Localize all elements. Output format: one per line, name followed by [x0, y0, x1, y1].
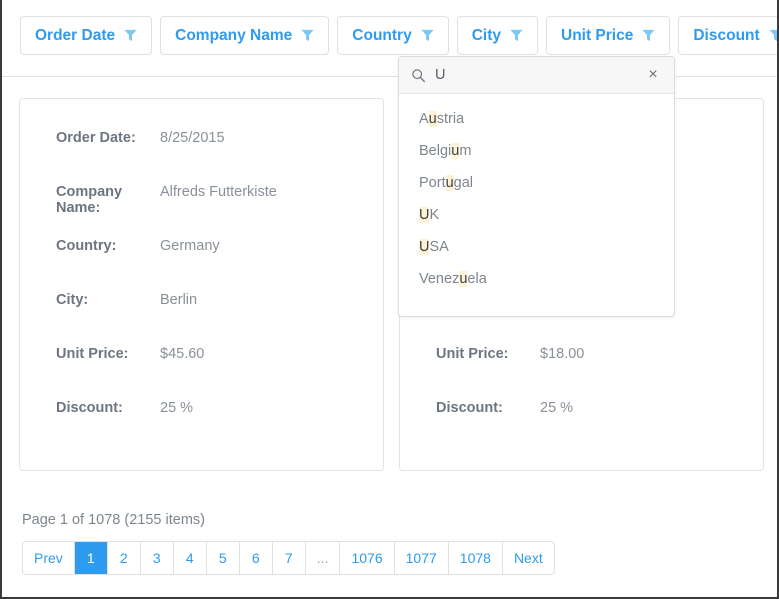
- pagination-page-6[interactable]: 6: [240, 542, 273, 574]
- dropdown-search-input[interactable]: [435, 67, 644, 83]
- dropdown-option[interactable]: Portugal: [399, 167, 674, 199]
- pagination-page-4[interactable]: 4: [174, 542, 207, 574]
- detail-field-row: Order Date:8/25/2015: [20, 130, 383, 184]
- filter-button-label: Company Name: [175, 28, 292, 44]
- pagination-page-5[interactable]: 5: [207, 542, 240, 574]
- pagination-page-7[interactable]: 7: [273, 542, 306, 574]
- pagination-control: Prev1234567...107610771078Next: [22, 541, 555, 575]
- funnel-icon: [421, 29, 434, 42]
- pagination-page-2[interactable]: 2: [108, 542, 141, 574]
- pagination-next-button[interactable]: Next: [503, 542, 554, 574]
- dropdown-option[interactable]: Belgium: [399, 135, 674, 167]
- detail-field-value: 8/25/2015: [160, 130, 225, 146]
- dropdown-option-list: AustriaBelgiumPortugalUKUSAVenezuela: [399, 94, 674, 295]
- pagination-prev-button[interactable]: Prev: [23, 542, 75, 574]
- pagination-page-1[interactable]: 1: [75, 542, 108, 574]
- detail-field-label: Unit Price:: [400, 346, 540, 362]
- funnel-icon: [769, 29, 779, 42]
- detail-field-label: Discount:: [400, 400, 540, 416]
- search-icon: [411, 68, 426, 83]
- dropdown-option[interactable]: Austria: [399, 103, 674, 135]
- detail-field-row: Company Name:Alfreds Futterkiste: [20, 184, 383, 238]
- detail-field-label: Company Name:: [20, 184, 160, 216]
- detail-field-value: Germany: [160, 238, 220, 254]
- detail-field-label: Order Date:: [20, 130, 160, 146]
- pagination-info: Page 1 of 1078 (2155 items): [22, 512, 555, 528]
- detail-field-value: Berlin: [160, 292, 197, 308]
- pagination-area: Page 1 of 1078 (2155 items) Prev1234567.…: [22, 512, 555, 575]
- funnel-icon: [510, 29, 523, 42]
- detail-field-row: Discount:25 %: [400, 400, 763, 454]
- filter-button-company-name[interactable]: Company Name: [160, 16, 329, 55]
- detail-field-row: Country:Germany: [20, 238, 383, 292]
- dropdown-option[interactable]: USA: [399, 231, 674, 263]
- pagination-page-3[interactable]: 3: [141, 542, 174, 574]
- detail-field-label: City:: [20, 292, 160, 308]
- filter-button-city[interactable]: City: [457, 16, 538, 55]
- dropdown-option[interactable]: UK: [399, 199, 674, 231]
- filter-button-label: Country: [352, 28, 411, 44]
- detail-field-value: 25 %: [540, 400, 573, 416]
- detail-field-value: $45.60: [160, 346, 204, 362]
- close-icon[interactable]: ×: [644, 66, 662, 84]
- detail-field-row: Unit Price:$18.00: [400, 346, 763, 400]
- funnel-icon: [124, 29, 137, 42]
- detail-field-value: Alfreds Futterkiste: [160, 184, 277, 200]
- filter-button-label: Unit Price: [561, 28, 633, 44]
- dropdown-search-row: ×: [399, 57, 674, 94]
- funnel-icon: [301, 29, 314, 42]
- detail-field-label: Unit Price:: [20, 346, 160, 362]
- filter-button-order-date[interactable]: Order Date: [20, 16, 152, 55]
- filter-button-label: Order Date: [35, 28, 115, 44]
- filter-button-discount[interactable]: Discount: [678, 16, 779, 55]
- detail-field-label: Country:: [20, 238, 160, 254]
- filter-button-unit-price[interactable]: Unit Price: [546, 16, 670, 55]
- detail-card-left: Order Date:8/25/2015Company Name:Alfreds…: [19, 98, 384, 471]
- filter-button-country[interactable]: Country: [337, 16, 448, 55]
- pagination-page-1078[interactable]: 1078: [449, 542, 503, 574]
- detail-field-value: 25 %: [160, 400, 193, 416]
- country-filter-dropdown: × AustriaBelgiumPortugalUKUSAVenezuela: [398, 56, 675, 317]
- detail-field-row: Discount:25 %: [20, 400, 383, 454]
- funnel-icon: [642, 29, 655, 42]
- pagination-ellipsis: ...: [306, 542, 341, 574]
- dropdown-option[interactable]: Venezuela: [399, 263, 674, 295]
- filter-button-label: Discount: [693, 28, 759, 44]
- pagination-page-1076[interactable]: 1076: [340, 542, 394, 574]
- app-window: Order Date Company Name Country City Unit Pr…: [0, 0, 779, 599]
- detail-field-row: Unit Price:$45.60: [20, 346, 383, 400]
- detail-field-row: City:Berlin: [20, 292, 383, 346]
- detail-field-value: $18.00: [540, 346, 584, 362]
- detail-field-label: Discount:: [20, 400, 160, 416]
- filter-button-label: City: [472, 28, 501, 44]
- pagination-page-1077[interactable]: 1077: [395, 542, 449, 574]
